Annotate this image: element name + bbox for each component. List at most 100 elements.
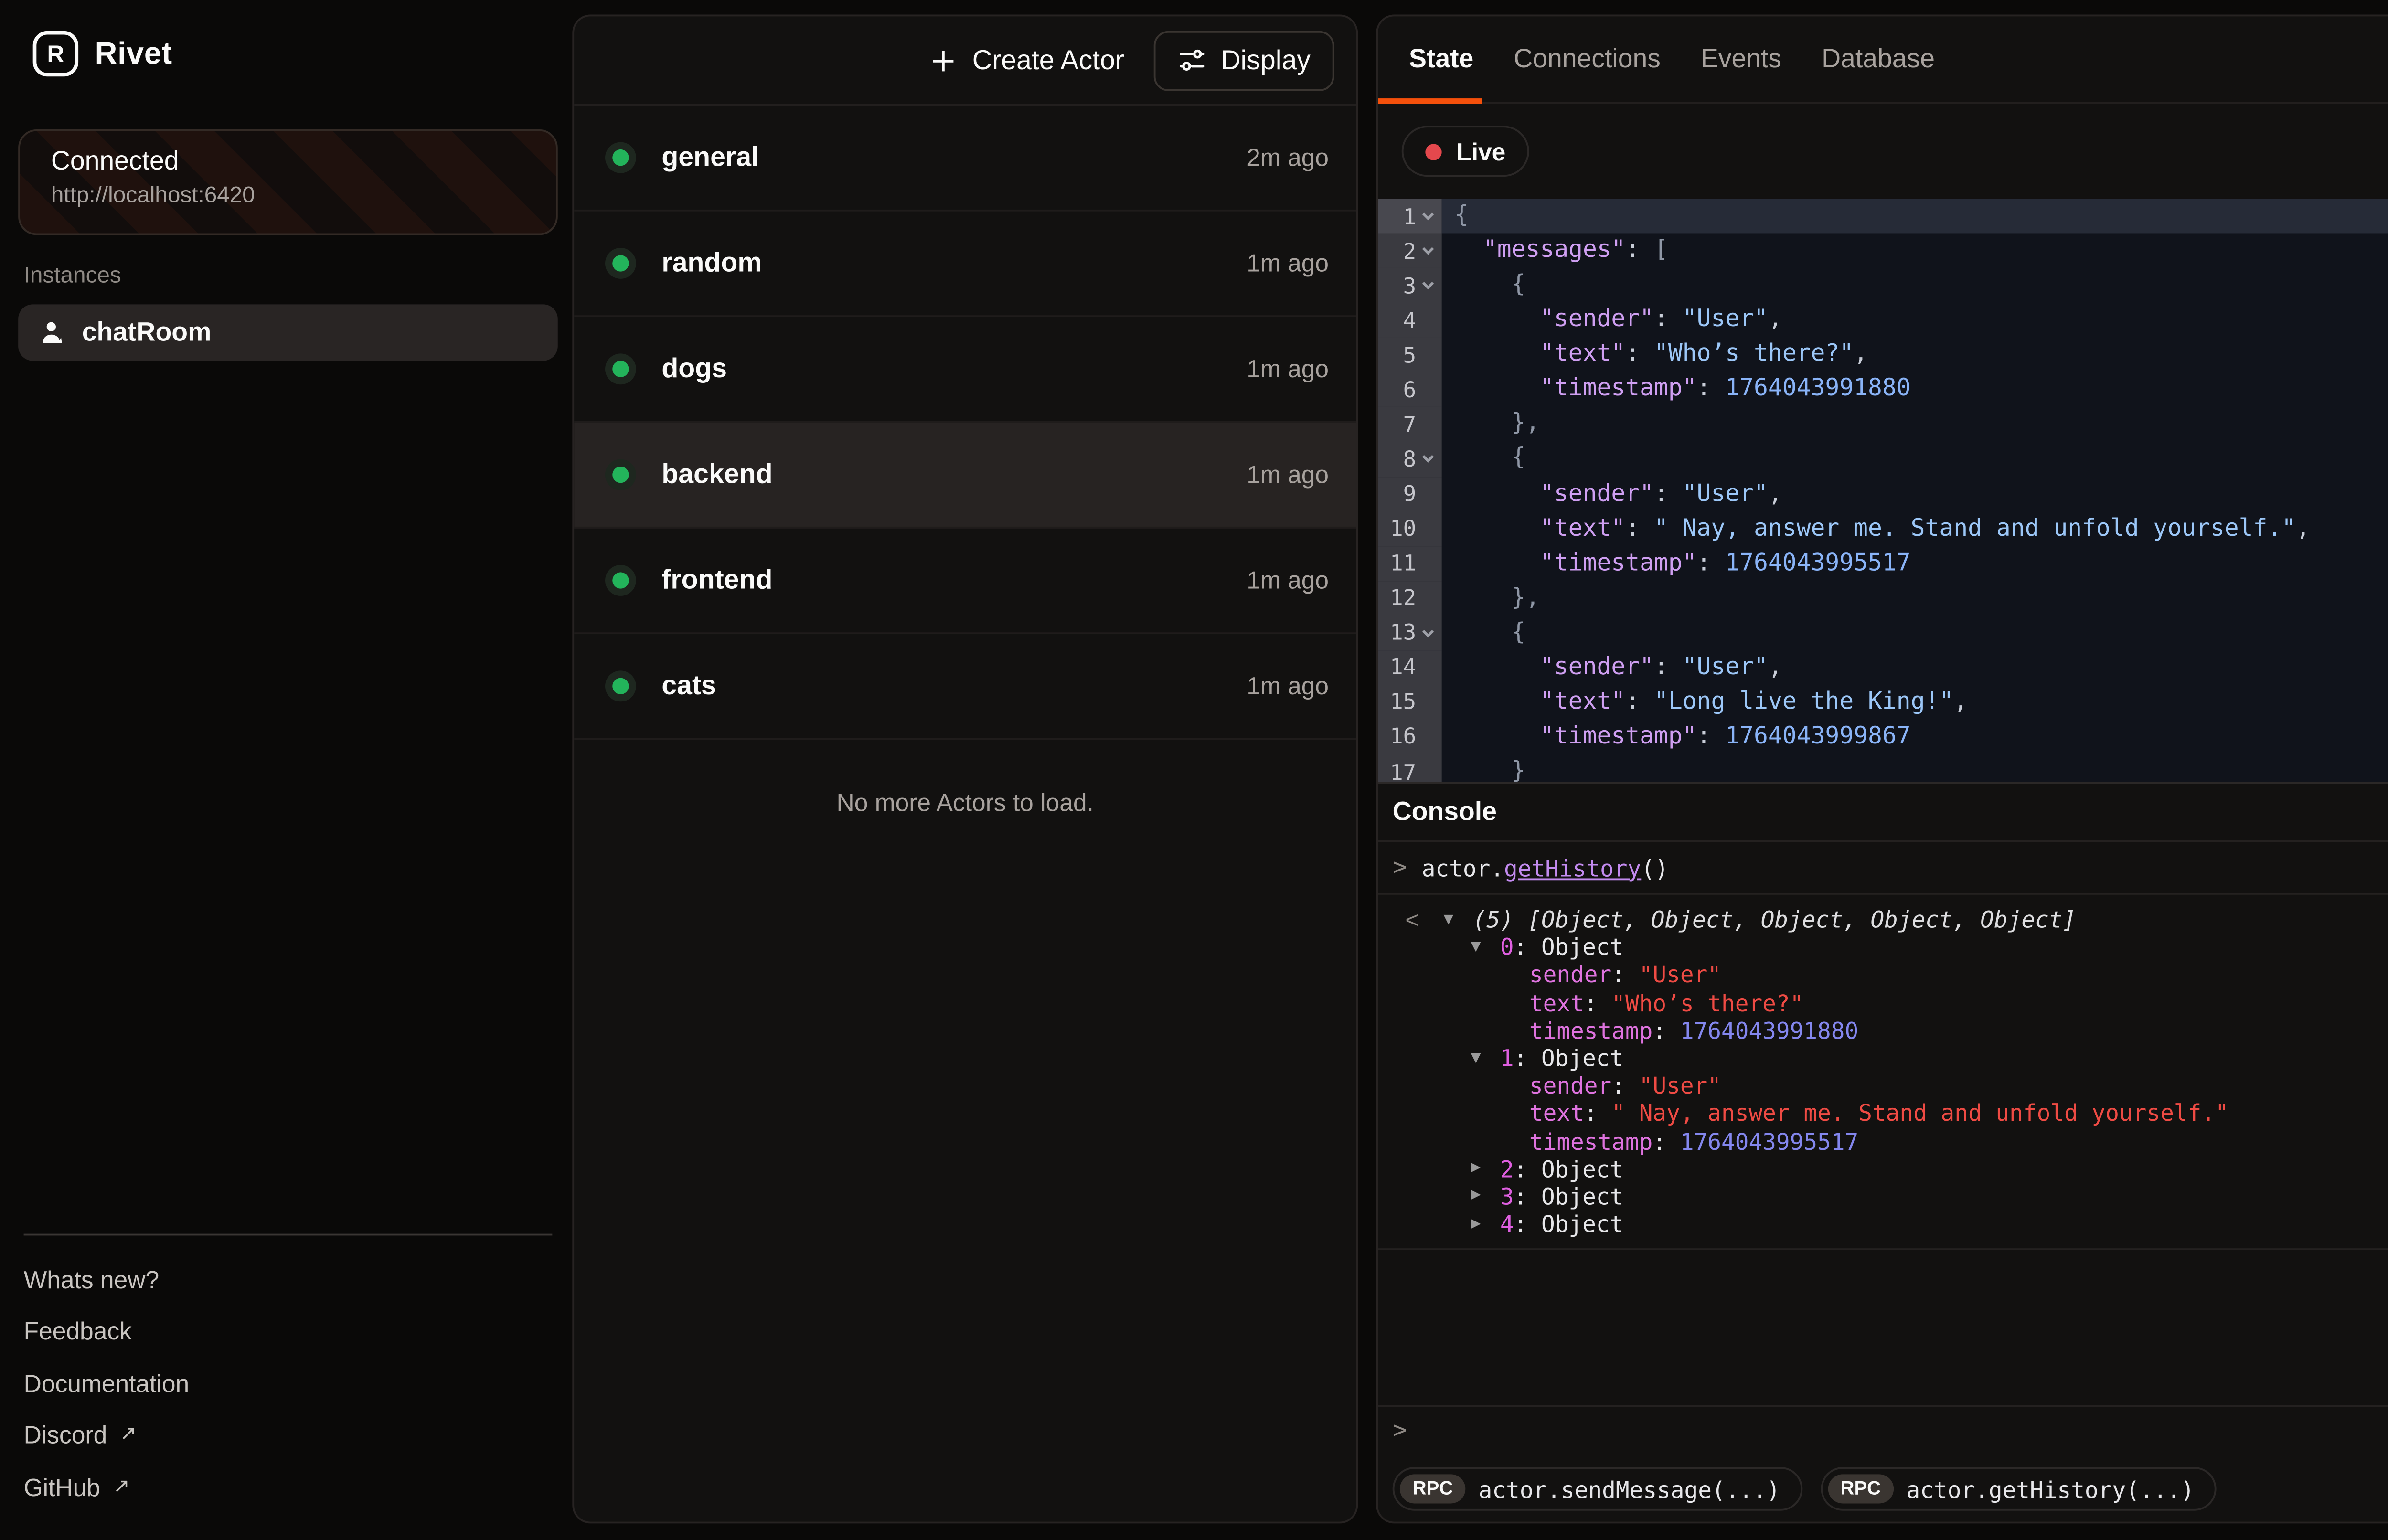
editor-gutter: 8 — [1378, 442, 1442, 477]
triangle-closed-icon[interactable]: ▶ — [1471, 1159, 1500, 1178]
token-key: "text" — [1540, 515, 1625, 542]
rpc-button-actor-sendmessage[interactable]: RPCactor.sendMessage(...) — [1393, 1467, 1802, 1511]
token-brace: }, — [1511, 411, 1540, 438]
sidebar-link-whats-new[interactable]: Whats new? — [24, 1254, 553, 1306]
token-plain: , — [1768, 307, 1782, 334]
live-label: Live — [1456, 138, 1505, 165]
code-line-14[interactable]: 14"sender": "User", — [1378, 650, 2388, 685]
tab-events[interactable]: Events — [1701, 44, 1781, 74]
code-line-11[interactable]: 11"timestamp": 1764043995517 — [1378, 546, 2388, 581]
actor-row-cats[interactable]: cats1m ago — [574, 634, 1356, 740]
sidebar-link-discord[interactable]: Discord↗ — [24, 1410, 553, 1462]
fold-chevron-icon[interactable] — [1416, 208, 1440, 224]
code-line-5[interactable]: 5"text": "Who’s there?", — [1378, 338, 2388, 372]
console-token-cidx: 4 — [1500, 1211, 1514, 1238]
console-token-cnum: 1764043991880 — [1680, 1017, 1858, 1044]
token-num: 1764043999867 — [1725, 723, 1910, 751]
actors-panel: Create Actor Display general2m agorandom… — [572, 15, 1358, 1524]
editor-gutter: 17 — [1378, 754, 1442, 782]
actor-row-dogs[interactable]: dogs1m ago — [574, 317, 1356, 423]
actor-row-backend[interactable]: backend1m ago — [574, 423, 1356, 528]
console-token-cplain: : — [1611, 1072, 1639, 1099]
editor-gutter: 7 — [1378, 407, 1442, 442]
create-actor-button[interactable]: Create Actor — [930, 44, 1124, 75]
sidebar-link-documentation[interactable]: Documentation — [24, 1358, 553, 1410]
code-line-1[interactable]: 1{ — [1378, 199, 2388, 234]
line-number: 12 — [1378, 585, 1416, 611]
console-output-row: timestamp: 1764043991880 — [1378, 1017, 2388, 1044]
console-output-row[interactable]: ▼0: Object — [1378, 934, 2388, 961]
tab-state[interactable]: State — [1409, 44, 1473, 74]
sidebar-link-github[interactable]: GitHub↗ — [24, 1462, 553, 1514]
code-line-9[interactable]: 9"sender": "User", — [1378, 477, 2388, 511]
rpc-badge: RPC — [1828, 1474, 1894, 1503]
console-token-cidx: 1 — [1500, 1044, 1514, 1072]
tab-database[interactable]: Database — [1822, 44, 1935, 74]
console-output-row[interactable]: ▶4: Object — [1378, 1210, 2388, 1238]
console-history-entry[interactable]: > actor.getHistory() — [1378, 842, 2388, 895]
actor-row-random[interactable]: random1m ago — [574, 212, 1356, 317]
console-header[interactable]: Console — [1378, 782, 2388, 842]
tab-connections[interactable]: Connections — [1514, 44, 1661, 74]
console-token-cplain: : — [1584, 1100, 1611, 1127]
actor-last-seen: 1m ago — [1247, 567, 1329, 594]
external-link-icon: ↗ — [113, 1474, 130, 1498]
console-token-cobj: : Object — [1514, 1044, 1624, 1072]
display-label: Display — [1221, 44, 1311, 75]
console-token-ckey: sender — [1529, 961, 1611, 988]
console-input-row[interactable]: > — [1378, 1405, 2388, 1456]
actor-name: cats — [661, 670, 1247, 701]
state-json-editor[interactable]: 1{2"messages": [3{4"sender": "User",5"te… — [1378, 199, 2388, 782]
code-line-13[interactable]: 13{ — [1378, 616, 2388, 650]
fold-chevron-icon[interactable] — [1416, 243, 1440, 259]
live-dot-icon — [1425, 143, 1441, 159]
sidebar-footer-links: Whats new?FeedbackDocumentationDiscord↗G… — [24, 1254, 553, 1514]
token-brace: { — [1454, 202, 1469, 230]
console-output-row: timestamp: 1764043995517 — [1378, 1127, 2388, 1155]
token-str: "Long live the King!" — [1654, 689, 1953, 716]
console-output-row[interactable]: ▶2: Object — [1378, 1155, 2388, 1182]
token-plain: , — [1953, 689, 1968, 716]
code-line-4[interactable]: 4"sender": "User", — [1378, 303, 2388, 338]
console-title: Console — [1393, 797, 1497, 827]
sidebar-item-chatroom[interactable]: chatRoom — [18, 304, 558, 361]
line-number: 1 — [1378, 203, 1416, 229]
code-line-8[interactable]: 8{ — [1378, 442, 2388, 477]
fold-chevron-icon[interactable] — [1416, 277, 1440, 294]
rpc-button-actor-gethistory[interactable]: RPCactor.getHistory(...) — [1821, 1467, 2217, 1511]
code-line-16[interactable]: 16"timestamp": 1764043999867 — [1378, 720, 2388, 754]
console-token-cobj: : Object — [1514, 934, 1624, 961]
editor-gutter: 16 — [1378, 720, 1442, 754]
triangle-closed-icon[interactable]: ▶ — [1471, 1187, 1500, 1205]
external-link-icon: ↗ — [120, 1422, 137, 1446]
actor-row-frontend[interactable]: frontend1m ago — [574, 529, 1356, 634]
actor-row-general[interactable]: general2m ago — [574, 106, 1356, 211]
console-output-row[interactable]: ▶3: Object — [1378, 1182, 2388, 1210]
prompt-icon: > — [1378, 1418, 1422, 1445]
console-token-cplain: : — [1652, 1017, 1680, 1044]
triangle-closed-icon[interactable]: ▶ — [1471, 1215, 1500, 1233]
triangle-open-icon[interactable]: ▼ — [1471, 1049, 1500, 1067]
code-line-3[interactable]: 3{ — [1378, 268, 2388, 303]
code-line-2[interactable]: 2"messages": [ — [1378, 234, 2388, 268]
sidebar-link-feedback[interactable]: Feedback — [24, 1306, 553, 1358]
triangle-open-icon[interactable]: ▼ — [1444, 911, 1473, 929]
active-tab-underline — [1378, 98, 1482, 104]
fold-chevron-icon[interactable] — [1416, 625, 1440, 641]
code-line-17[interactable]: 17} — [1378, 754, 2388, 782]
code-line-10[interactable]: 10"text": " Nay, answer me. Stand and un… — [1378, 511, 2388, 546]
code-line-6[interactable]: 6"timestamp": 1764043991880 — [1378, 372, 2388, 407]
code-line-7[interactable]: 7}, — [1378, 407, 2388, 442]
console-output-row[interactable]: ▼1: Object — [1378, 1044, 2388, 1072]
triangle-open-icon[interactable]: ▼ — [1471, 938, 1500, 956]
code-content: }, — [1442, 407, 2388, 442]
fold-chevron-icon[interactable] — [1416, 451, 1440, 467]
display-button[interactable]: Display — [1153, 30, 1334, 90]
code-line-15[interactable]: 15"text": "Long live the King!", — [1378, 685, 2388, 720]
actor-last-seen: 2m ago — [1247, 144, 1329, 171]
live-toggle[interactable]: Live — [1402, 126, 1529, 177]
editor-gutter: 3 — [1378, 268, 1442, 303]
code-line-12[interactable]: 12}, — [1378, 581, 2388, 616]
console-output-row[interactable]: <▼(5) [Object, Object, Object, Object, O… — [1378, 906, 2388, 934]
tab-strip: State Connections Events Database — [1409, 44, 1935, 74]
